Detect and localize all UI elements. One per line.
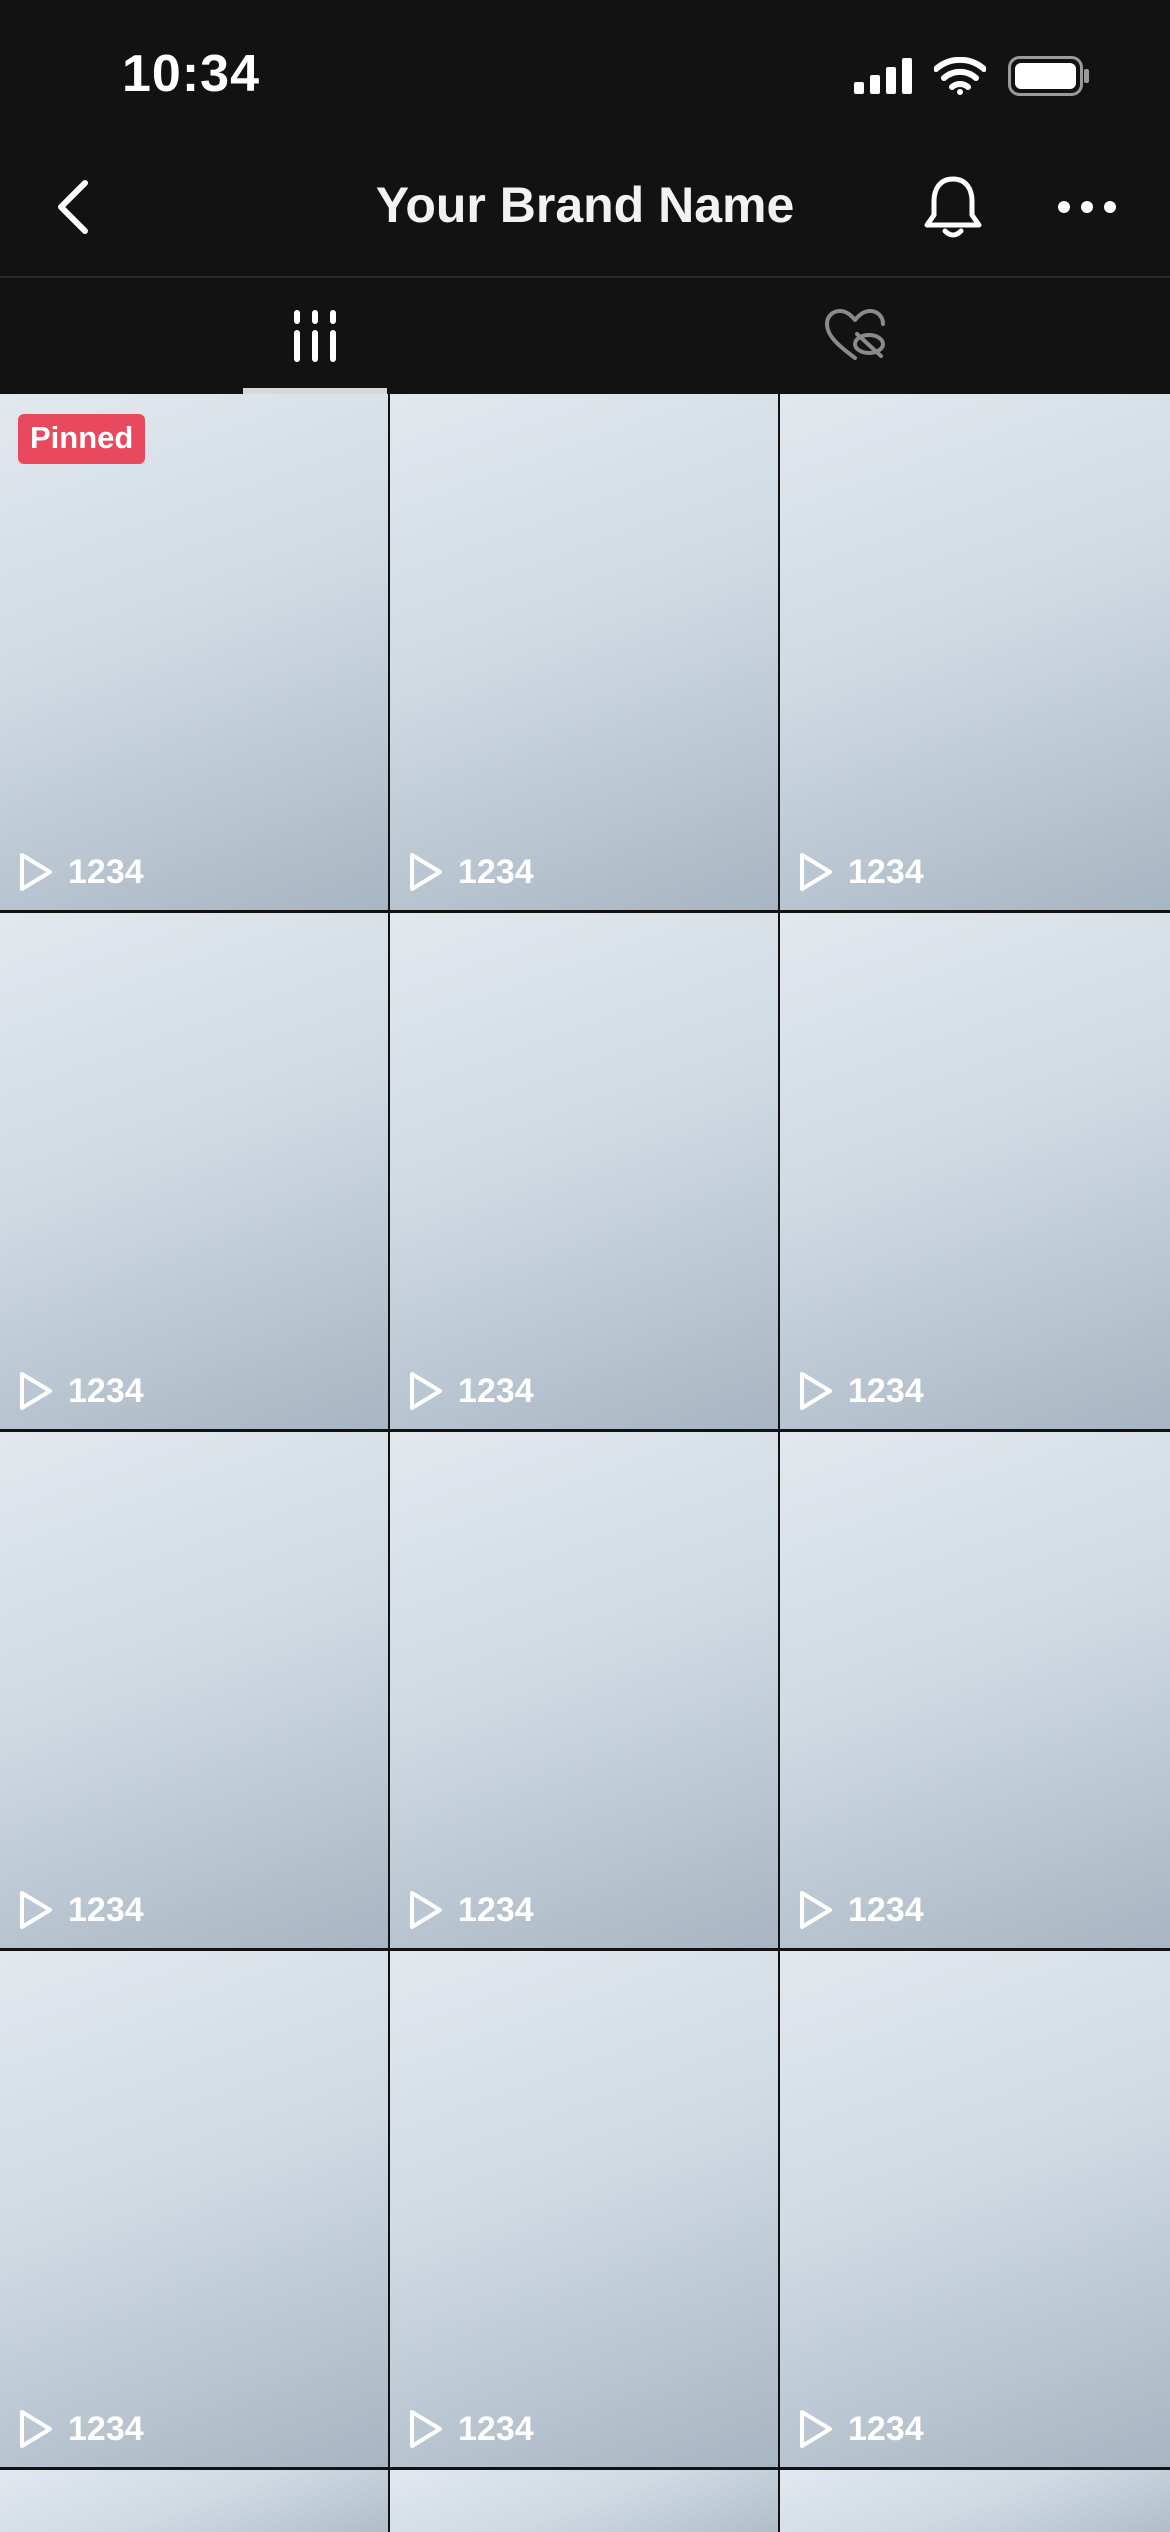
notifications-button[interactable] [916,170,990,244]
view-count: 1234 [458,852,534,891]
battery-icon [1008,56,1090,101]
view-count: 1234 [458,2409,534,2448]
view-count-row: 1234 [798,2409,924,2449]
status-bar: 10:34 [0,0,1170,150]
view-count: 1234 [458,1890,534,1929]
view-count: 1234 [848,1371,924,1410]
view-count: 1234 [848,1890,924,1929]
play-icon [410,1372,442,1410]
view-count: 1234 [68,1371,144,1410]
view-count-row: 1234 [408,1890,534,1930]
pinned-badge: Pinned [18,414,146,464]
video-tile[interactable]: 1234 [0,1951,388,2467]
play-icon [20,1372,52,1410]
more-button[interactable] [1050,170,1124,244]
play-icon [800,853,832,891]
status-time: 10:34 [122,45,260,103]
video-tile[interactable]: 1234 [780,1951,1170,2467]
view-count-row: 1234 [18,2409,144,2449]
video-tile-partial[interactable] [0,2470,388,2532]
video-tile-partial[interactable] [390,2470,778,2532]
video-tile-partial[interactable] [780,2470,1170,2532]
video-grid: Pinned 1234 1234 1234 1234 1234 1234 123… [0,394,1170,2532]
view-count-row: 1234 [798,1890,924,1930]
bell-icon [924,176,982,238]
view-count-row: 1234 [18,852,144,892]
play-icon [410,1891,442,1929]
view-count: 1234 [68,852,144,891]
video-tile[interactable]: 1234 [390,394,778,910]
view-count: 1234 [848,2409,924,2448]
grid-columns-icon [294,310,336,362]
play-icon [20,1891,52,1929]
view-count-row: 1234 [18,1371,144,1411]
more-horizontal-icon [1058,201,1116,213]
status-icons [854,56,1090,101]
cellular-signal-icon [854,58,912,99]
video-tile[interactable]: 1234 [780,1432,1170,1948]
video-tile[interactable]: 1234 [390,913,778,1429]
profile-tabs [0,278,1170,394]
play-icon [410,2410,442,2448]
play-icon [800,2410,832,2448]
play-icon [410,853,442,891]
view-count: 1234 [68,2409,144,2448]
video-tile[interactable]: 1234 [390,1951,778,2467]
view-count-row: 1234 [408,852,534,892]
view-count-row: 1234 [408,1371,534,1411]
view-count-row: 1234 [408,2409,534,2449]
page-title: Your Brand Name [375,177,795,233]
video-tile[interactable]: 1234 [780,913,1170,1429]
video-tile[interactable]: 1234 [390,1432,778,1948]
header: Your Brand Name [0,150,1170,276]
play-icon [20,2410,52,2448]
video-tile[interactable]: Pinned 1234 [0,394,388,910]
video-tile[interactable]: 1234 [0,913,388,1429]
view-count: 1234 [848,852,924,891]
view-count: 1234 [68,1890,144,1929]
video-tile[interactable]: 1234 [780,394,1170,910]
tab-liked[interactable] [790,278,920,394]
screen: 10:34 Your Brand Name Pinned 1234 1234 1… [0,0,1170,2532]
view-count-row: 1234 [798,852,924,892]
play-icon [800,1891,832,1929]
play-icon [20,853,52,891]
video-tile[interactable]: 1234 [0,1432,388,1948]
hidden-heart-icon [825,309,885,360]
view-count-row: 1234 [798,1371,924,1411]
play-icon [800,1372,832,1410]
view-count-row: 1234 [18,1890,144,1930]
wifi-icon [933,56,987,100]
view-count: 1234 [458,1371,534,1410]
tab-videos[interactable] [243,278,387,394]
